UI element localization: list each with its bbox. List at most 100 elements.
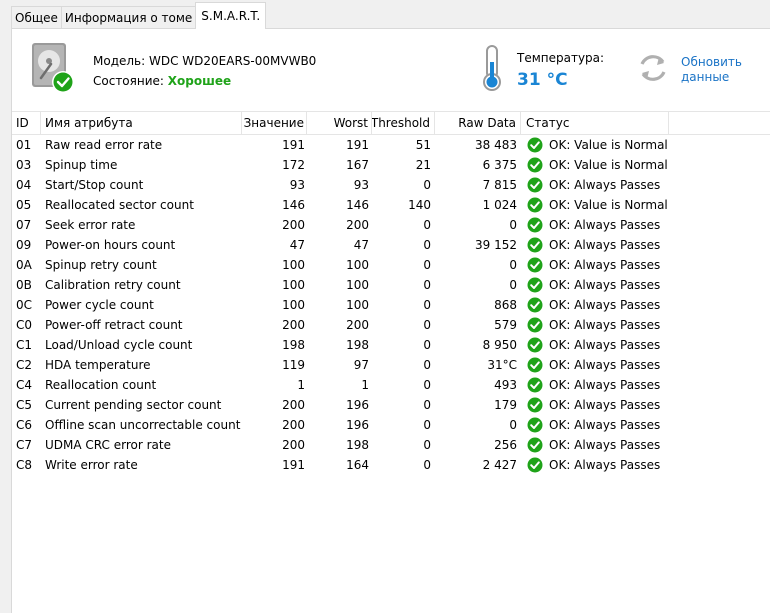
attribute-value: 119: [282, 358, 305, 372]
attribute-name: Spinup retry count: [45, 258, 157, 272]
attribute-id: C8: [16, 458, 33, 472]
column-header-threshold[interactable]: Threshold: [372, 112, 435, 134]
state-label: Состояние:: [93, 74, 164, 88]
tab-volume-info[interactable]: Информация о томе: [60, 6, 197, 29]
attribute-name: HDA temperature: [45, 358, 151, 372]
ok-check-icon: [527, 417, 543, 433]
hard-disk-ok-icon: [32, 43, 74, 93]
attribute-name: UDMA CRC error rate: [45, 438, 171, 452]
tab-general[interactable]: Общее: [11, 6, 62, 29]
column-header-raw-data[interactable]: Raw Data: [435, 112, 521, 134]
attribute-id: C1: [16, 338, 33, 352]
attribute-name: Reallocation count: [45, 378, 157, 392]
table-row[interactable]: 05 Reallocated sector count 146 146 140 1 024…: [12, 195, 770, 215]
attribute-threshold: 0: [423, 458, 431, 472]
attribute-value: 191: [282, 138, 305, 152]
attribute-raw-data: 8 950: [482, 338, 517, 352]
attribute-raw-data: 0: [509, 278, 517, 292]
attribute-name: Offline scan uncorrectable count: [45, 418, 241, 432]
attribute-id: C7: [16, 438, 33, 452]
attribute-value: 200: [282, 418, 305, 432]
attribute-id: C2: [16, 358, 33, 372]
table-body: 01 Raw read error rate 191 191 51 38 483 OK: V…: [12, 135, 770, 475]
attribute-threshold: 140: [408, 198, 431, 212]
table-header: ID Имя атрибута Значение Worst Threshold…: [12, 111, 770, 135]
column-header-worst[interactable]: Worst: [307, 112, 372, 134]
attribute-status-text: OK: Always Passes: [549, 438, 661, 452]
column-header-id[interactable]: ID: [12, 112, 41, 134]
attribute-worst: 100: [346, 298, 369, 312]
attribute-status: OK: Always Passes: [521, 397, 669, 413]
attribute-status-text: OK: Always Passes: [549, 418, 661, 432]
table-row[interactable]: C0 Power-off retract count 200 200 0 579 OK: A…: [12, 315, 770, 335]
table-row[interactable]: 0C Power cycle count 100 100 0 868 OK: Always …: [12, 295, 770, 315]
table-row[interactable]: C1 Load/Unload cycle count 198 198 0 8 950 OK:…: [12, 335, 770, 355]
attribute-threshold: 0: [423, 278, 431, 292]
table-row[interactable]: 09 Power-on hours count 47 47 0 39 152 OK: Alw…: [12, 235, 770, 255]
thermometer-icon: [483, 45, 501, 91]
disk-summary: Модель: WDC WD20EARS-00MVWB0 Состояние: …: [12, 29, 770, 109]
attribute-status-text: OK: Always Passes: [549, 358, 661, 372]
attribute-worst: 198: [346, 338, 369, 352]
attribute-raw-data: 493: [494, 378, 517, 392]
attribute-status: OK: Value is Normal: [521, 137, 669, 153]
attribute-status-text: OK: Always Passes: [549, 238, 661, 252]
attribute-name: Power-on hours count: [45, 238, 176, 252]
ok-check-icon: [527, 377, 543, 393]
attribute-status-text: OK: Always Passes: [549, 378, 661, 392]
attribute-worst: 1: [361, 378, 369, 392]
attribute-worst: 191: [346, 138, 369, 152]
attribute-worst: 198: [346, 438, 369, 452]
table-row[interactable]: C4 Reallocation count 1 1 0 493 OK: Always Pas…: [12, 375, 770, 395]
attribute-status: OK: Always Passes: [521, 317, 669, 333]
refresh-icon[interactable]: [636, 51, 670, 85]
ok-check-icon: [527, 217, 543, 233]
attribute-name: Start/Stop count: [45, 178, 144, 192]
temperature-label: Температура:: [517, 51, 605, 65]
attribute-name: Power cycle count: [45, 298, 154, 312]
table-row[interactable]: C8 Write error rate 191 164 0 2 427 OK: Always…: [12, 455, 770, 475]
attribute-raw-data: 256: [494, 438, 517, 452]
table-row[interactable]: 04 Start/Stop count 93 93 0 7 815 OK: Always P…: [12, 175, 770, 195]
tab-smart[interactable]: S.M.A.R.T.: [195, 2, 267, 29]
attribute-name: Power-off retract count: [45, 318, 183, 332]
attribute-raw-data: 179: [494, 398, 517, 412]
attribute-value: 100: [282, 298, 305, 312]
attribute-value: 198: [282, 338, 305, 352]
smart-table: ID Имя атрибута Значение Worst Threshold…: [12, 111, 770, 475]
table-row[interactable]: 03 Spinup time 172 167 21 6 375 OK: Value is N…: [12, 155, 770, 175]
attribute-name: Seek error rate: [45, 218, 136, 232]
attribute-status: OK: Always Passes: [521, 277, 669, 293]
table-row[interactable]: C7 UDMA CRC error rate 200 198 0 256 OK: Alway…: [12, 435, 770, 455]
attribute-name: Current pending sector count: [45, 398, 222, 412]
attribute-status-text: OK: Always Passes: [549, 318, 661, 332]
attribute-threshold: 0: [423, 398, 431, 412]
attribute-threshold: 0: [423, 318, 431, 332]
attribute-status-text: OK: Always Passes: [549, 458, 661, 472]
table-row[interactable]: C2 HDA temperature 119 97 0 31°C OK: Always Pa…: [12, 355, 770, 375]
temperature-value: 31 °C: [517, 70, 568, 90]
attribute-status-text: OK: Always Passes: [549, 278, 661, 292]
attribute-value: 172: [282, 158, 305, 172]
attribute-id: C6: [16, 418, 33, 432]
attribute-raw-data: 0: [509, 218, 517, 232]
attribute-status-text: OK: Always Passes: [549, 258, 661, 272]
table-row[interactable]: 07 Seek error rate 200 200 0 0 OK: Always Pass…: [12, 215, 770, 235]
attribute-id: 0C: [16, 298, 33, 312]
attribute-status: OK: Always Passes: [521, 377, 669, 393]
table-row[interactable]: 0B Calibration retry count 100 100 0 0 OK: Alw…: [12, 275, 770, 295]
attribute-raw-data: 38 483: [475, 138, 517, 152]
attribute-status: OK: Always Passes: [521, 217, 669, 233]
attribute-worst: 196: [346, 418, 369, 432]
table-row[interactable]: 01 Raw read error rate 191 191 51 38 483 OK: V…: [12, 135, 770, 155]
table-row[interactable]: 0A Spinup retry count 100 100 0 0 OK: Always P…: [12, 255, 770, 275]
column-header-status[interactable]: Статус: [521, 112, 669, 134]
refresh-data-link[interactable]: Обновить данные: [681, 55, 761, 85]
table-row[interactable]: C6 Offline scan uncorrectable count 200 196…: [12, 415, 770, 435]
attribute-status: OK: Always Passes: [521, 337, 669, 353]
attribute-status: OK: Always Passes: [521, 257, 669, 273]
column-header-value[interactable]: Значение: [242, 112, 307, 134]
column-header-name[interactable]: Имя атрибута: [41, 112, 242, 134]
table-row[interactable]: C5 Current pending sector count 200 196 0 179…: [12, 395, 770, 415]
attribute-threshold: 21: [415, 158, 431, 172]
